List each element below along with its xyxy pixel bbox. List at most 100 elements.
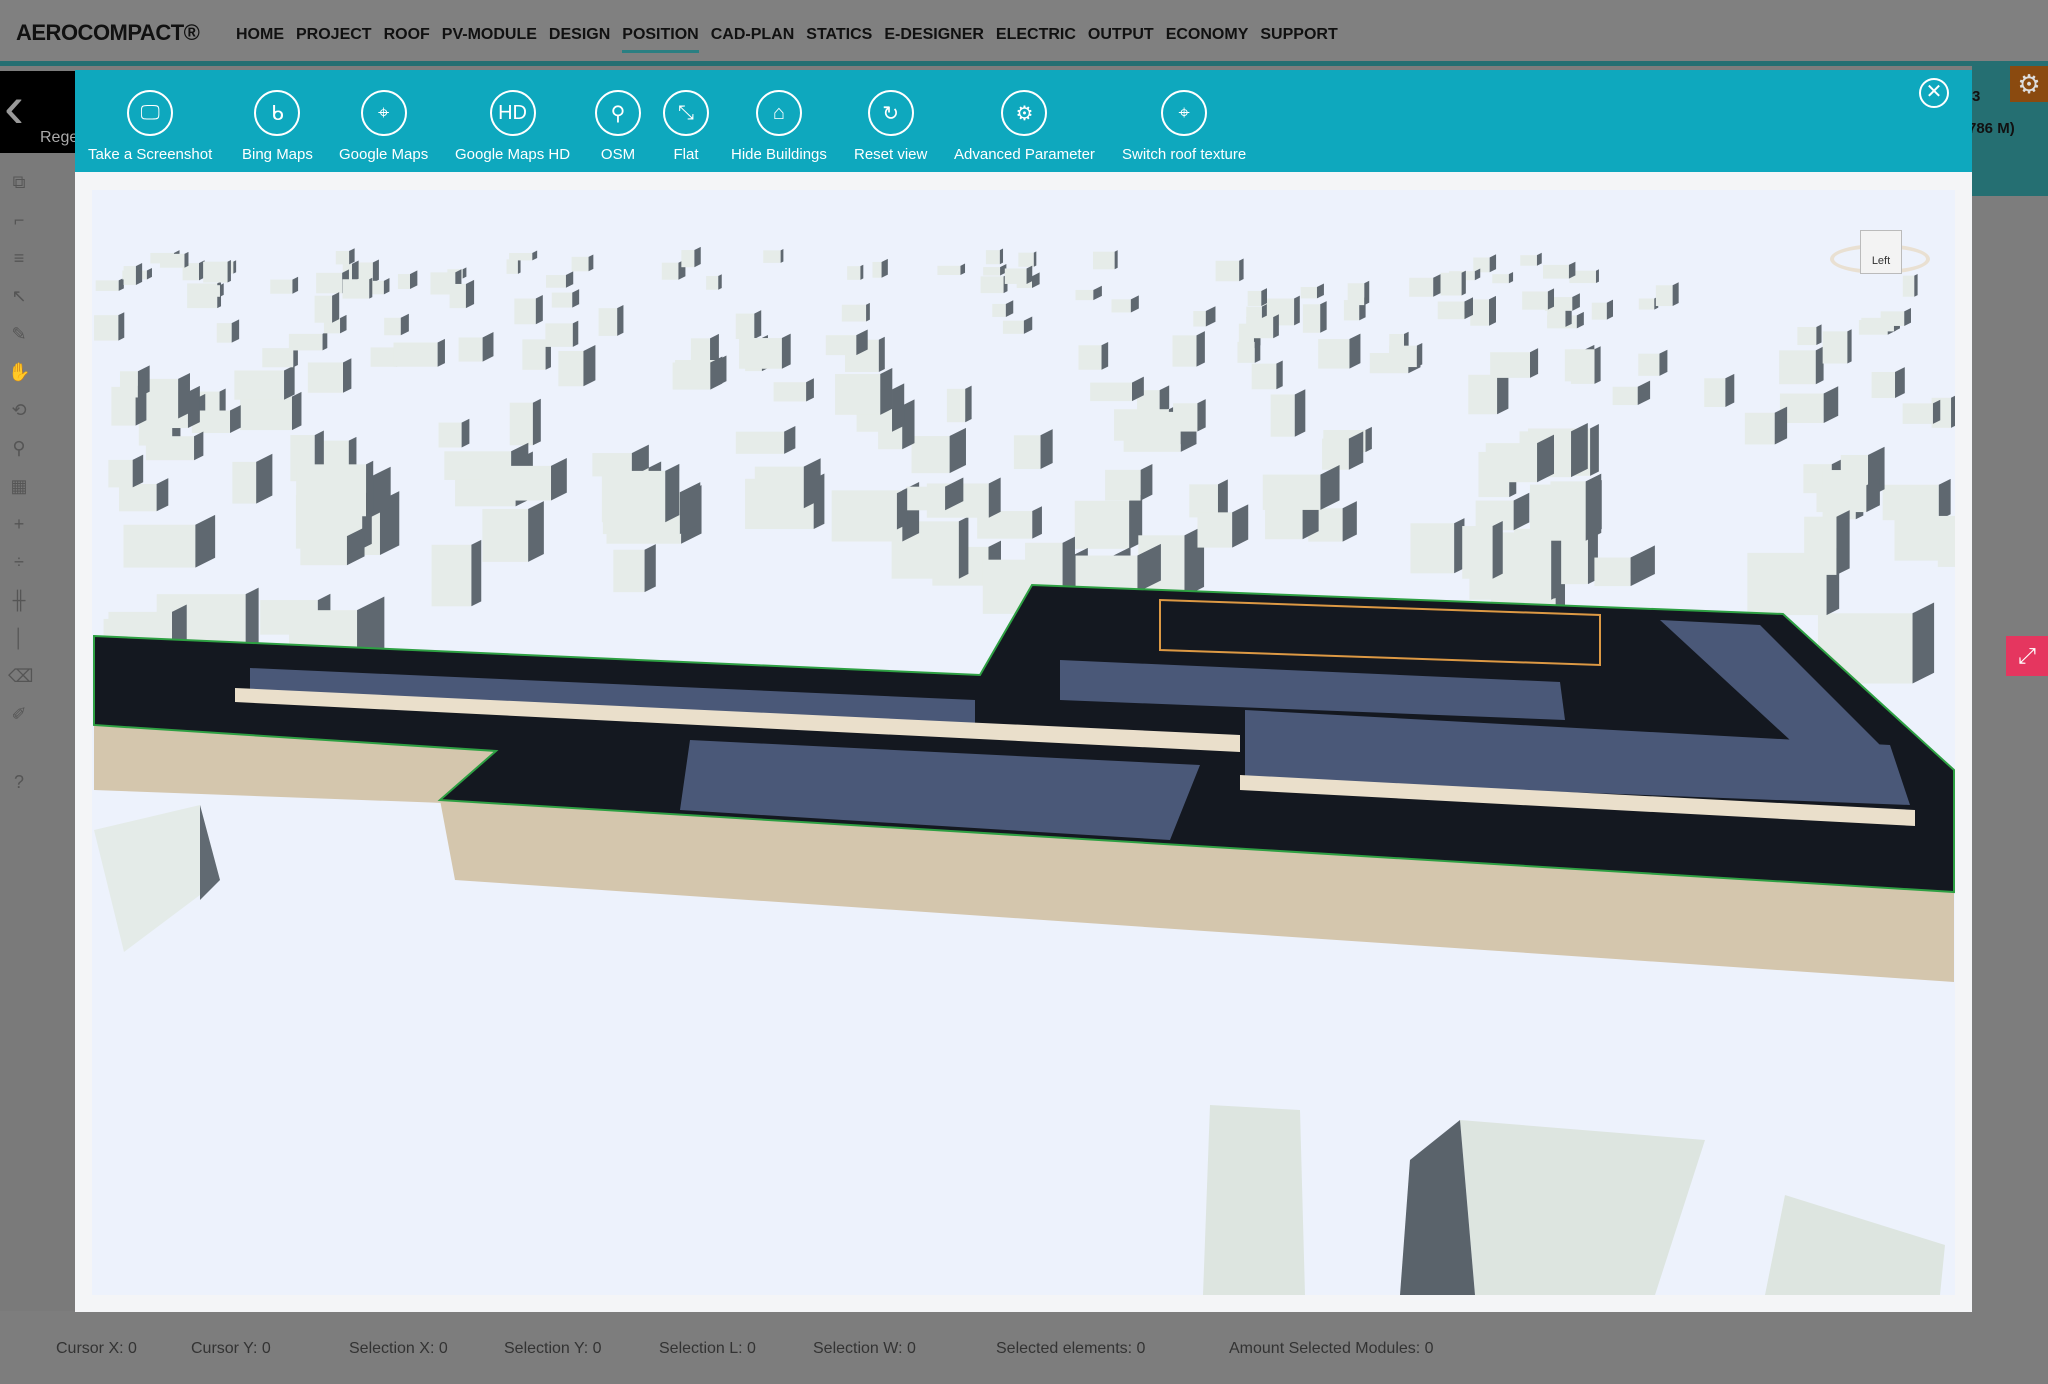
list-icon[interactable]: ≡	[8, 247, 30, 269]
chevron-left-icon[interactable]: ‹	[4, 77, 24, 137]
nav-e-designer[interactable]: E-DESIGNER	[884, 26, 984, 53]
back-panel[interactable]: ‹ Rege	[0, 71, 78, 153]
reset-view-button[interactable]: ↻ Reset view	[854, 90, 927, 163]
right-info-2: 786 M)	[1968, 120, 2015, 137]
building-side	[465, 279, 475, 309]
building-side	[1364, 280, 1370, 306]
measure-icon[interactable]: ✐	[8, 703, 30, 725]
corner-icon[interactable]: ⌐	[8, 209, 30, 231]
nav-roof[interactable]: ROOF	[384, 26, 430, 53]
building	[825, 335, 857, 356]
settings-doc-icon: ⚙	[1001, 90, 1048, 136]
expand-button[interactable]: ⤢	[2006, 636, 2048, 676]
advanced-parameter-button[interactable]: ⚙ Advanced Parameter	[954, 90, 1095, 163]
nav-position[interactable]: POSITION	[622, 26, 699, 53]
building-side	[219, 283, 224, 297]
nav-project[interactable]: PROJECT	[296, 26, 372, 53]
copy-icon[interactable]: ⧉	[8, 171, 30, 193]
building-side	[1294, 295, 1300, 326]
building	[1542, 264, 1569, 279]
nav-electric[interactable]: ELECTRIC	[996, 26, 1076, 53]
building	[216, 323, 232, 343]
building-side	[383, 278, 390, 295]
building-side	[156, 478, 169, 512]
building	[159, 253, 185, 268]
building	[1638, 353, 1660, 376]
hide-buildings-button[interactable]: ⌂ Hide Buildings	[731, 90, 827, 163]
building-side	[291, 391, 302, 431]
hand-icon[interactable]: ✋	[8, 361, 30, 383]
building-side	[340, 314, 347, 334]
building	[1638, 298, 1655, 310]
status-bar: Cursor X: 0 Cursor Y: 0 Selection X: 0 S…	[0, 1330, 2048, 1370]
building-side	[960, 263, 966, 275]
building	[681, 250, 695, 268]
3d-scene[interactable]	[92, 190, 1955, 1295]
building-side	[132, 454, 144, 488]
nav-home[interactable]: HOME	[236, 26, 284, 53]
help-icon[interactable]: ?	[8, 771, 30, 793]
osm-button[interactable]: ⚲ OSM	[595, 90, 641, 163]
switch-roof-texture-button[interactable]: ⌖ Switch roof texture	[1122, 90, 1246, 163]
hd-map-icon: HD	[489, 90, 536, 136]
building	[872, 261, 882, 278]
3d-viewport[interactable]: Left	[92, 190, 1955, 1295]
house-icon: ⌂	[755, 90, 802, 136]
building	[480, 465, 552, 501]
building	[1004, 268, 1027, 284]
flat-icon: ⤡	[663, 90, 709, 136]
zoom-icon[interactable]: ⚲	[8, 437, 30, 459]
nav-pv-module[interactable]: PV-MODULE	[442, 26, 537, 53]
view-cube[interactable]: Left	[1830, 230, 1930, 290]
nav-output[interactable]: OUTPUT	[1088, 26, 1154, 53]
nav-statics[interactable]: STATICS	[806, 26, 872, 53]
google-maps-button[interactable]: ⌖ Google Maps	[339, 90, 428, 163]
cursor-y: Cursor Y: 0	[191, 1340, 271, 1357]
building-side	[1114, 250, 1118, 270]
building-side	[1433, 274, 1441, 297]
split-icon[interactable]: +	[8, 513, 30, 535]
nav-support[interactable]: SUPPORT	[1260, 26, 1337, 53]
building	[601, 470, 666, 523]
building-side	[230, 405, 241, 434]
building-side	[1320, 465, 1340, 510]
take-screenshot-button[interactable]: 🖵 Take a Screenshot	[88, 90, 212, 163]
building	[509, 402, 533, 446]
divide-icon[interactable]: ÷	[8, 551, 30, 573]
building	[1105, 469, 1141, 501]
select-move-icon[interactable]: ↖	[8, 285, 30, 307]
building-side	[1492, 520, 1503, 579]
grid-icon[interactable]: ▦	[8, 475, 30, 497]
building	[946, 388, 966, 423]
button-label: Advanced Parameter	[954, 146, 1095, 163]
flat-button[interactable]: ⤡ Flat	[663, 90, 709, 163]
view-cube-face[interactable]: Left	[1860, 230, 1902, 274]
building	[506, 259, 518, 274]
selection-l: Selection L: 0	[659, 1340, 756, 1357]
building-side	[532, 250, 538, 261]
gear-icon[interactable]: ⚙	[2010, 66, 2048, 102]
building	[1246, 317, 1274, 339]
building-side	[1254, 339, 1261, 363]
line-icon[interactable]: │	[8, 627, 30, 649]
columns-icon[interactable]: ╫	[8, 589, 30, 611]
close-icon[interactable]: ✕	[1919, 78, 1949, 108]
building-side	[781, 333, 791, 369]
building-side	[1951, 395, 1955, 428]
pencil-icon[interactable]: ✎	[8, 323, 30, 345]
nav-design[interactable]: DESIGN	[549, 26, 610, 53]
foreground-building	[1460, 1120, 1705, 1295]
building-side	[437, 338, 445, 367]
building-side	[194, 431, 204, 461]
eraser-icon[interactable]: ⌫	[8, 665, 33, 687]
google-maps-hd-button[interactable]: HD Google Maps HD	[455, 90, 570, 163]
building	[1591, 302, 1607, 320]
nav-economy[interactable]: ECONOMY	[1166, 26, 1249, 53]
bing-maps-button[interactable]: ᑲ Bing Maps	[242, 90, 313, 163]
nav-cad-plan[interactable]: CAD-PLAN	[711, 26, 795, 53]
building-side	[256, 453, 273, 504]
right-info-1: 3	[1972, 88, 1981, 105]
building-side	[1461, 270, 1466, 296]
rotate-icon[interactable]: ⟲	[8, 399, 30, 421]
building-side	[1932, 399, 1941, 424]
